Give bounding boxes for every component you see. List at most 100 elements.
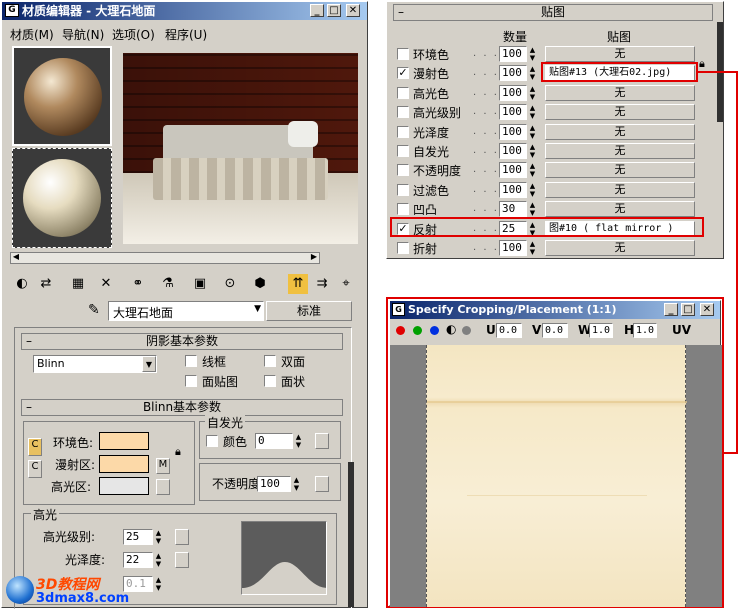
rollout-scrollbar[interactable] — [348, 462, 354, 607]
two-sided-checkbox[interactable] — [264, 355, 276, 367]
shader-dropdown-icon[interactable]: ▼ — [142, 356, 156, 372]
material-effects-channel-icon[interactable]: ▣ — [190, 274, 210, 294]
map-row-checkbox[interactable] — [397, 203, 409, 215]
map-row-map-button[interactable]: 无 — [545, 124, 695, 140]
map-row-checkbox[interactable] — [397, 145, 409, 157]
put-to-library-icon[interactable]: ⚗ — [158, 274, 178, 294]
menu-utilities[interactable]: 程序(U) — [165, 26, 207, 43]
sample-slot-2[interactable] — [12, 148, 112, 248]
self-illum-map-button[interactable] — [315, 433, 329, 449]
crop-maximize-button[interactable]: □ — [681, 303, 695, 316]
shader-type-select[interactable]: Blinn ▼ — [33, 355, 157, 373]
ambient-color-swatch[interactable] — [99, 432, 149, 450]
crop-minimize-button[interactable]: _ — [664, 303, 678, 316]
map-row-amount-spinner[interactable]: ▲ ▼ — [528, 162, 537, 178]
sample-slot-1[interactable] — [12, 46, 112, 146]
wire-checkbox[interactable] — [185, 355, 197, 367]
uv-toggle[interactable]: UV — [672, 323, 691, 337]
glossiness-spinner[interactable]: ▲ ▼ — [154, 552, 163, 568]
marble-texture-image[interactable] — [426, 345, 687, 607]
h-value-input[interactable]: 1.0 — [633, 323, 657, 338]
lock-diffuse-specular-button[interactable]: C — [28, 460, 42, 478]
diffuse-color-swatch[interactable] — [99, 455, 149, 473]
maximize-button[interactable]: □ — [327, 4, 341, 17]
map-row-amount-spinner[interactable]: ▲ ▼ — [528, 65, 537, 81]
map-row-map-button[interactable]: 无 — [545, 201, 695, 217]
faceted-checkbox[interactable] — [264, 375, 276, 387]
menu-material[interactable]: 材质(M) — [10, 26, 54, 43]
get-material-icon[interactable]: ◐ — [12, 274, 32, 294]
self-illum-spinner[interactable]: ▲ ▼ — [294, 433, 303, 449]
go-forward-sibling-icon[interactable]: ⇉ — [312, 274, 332, 294]
map-row-map-button[interactable]: 无 — [545, 182, 695, 198]
map-row-amount-input[interactable]: 100 — [499, 65, 527, 81]
map-row-map-button[interactable]: 无 — [545, 85, 695, 101]
maps-header[interactable]: – 贴图 — [393, 4, 713, 21]
self-illum-color-checkbox[interactable] — [206, 435, 218, 447]
map-row-checkbox[interactable] — [397, 164, 409, 176]
map-row-amount-input[interactable]: 100 — [499, 46, 527, 62]
v-value-input[interactable]: 0.0 — [542, 323, 568, 338]
opacity-map-button[interactable] — [315, 476, 329, 492]
map-row-checkbox[interactable] — [397, 242, 409, 254]
map-row-amount-input[interactable]: 100 — [499, 182, 527, 198]
map-row-checkbox[interactable] — [397, 184, 409, 196]
map-row-map-button[interactable]: 无 — [545, 143, 695, 159]
put-to-scene-icon[interactable]: ⇄ — [36, 274, 56, 294]
map-row-checkbox[interactable] — [397, 48, 409, 60]
map-row-amount-input[interactable]: 30 — [499, 201, 527, 217]
make-unique-icon[interactable]: ⚭ — [128, 274, 148, 294]
menu-options[interactable]: 选项(O) — [112, 26, 155, 43]
material-type-button[interactable]: 标准 — [266, 301, 352, 321]
glossiness-map-button[interactable] — [175, 552, 189, 568]
pick-from-object-icon[interactable]: ✎ — [88, 302, 100, 318]
go-to-parent-icon[interactable]: ⇈ — [288, 274, 308, 294]
menu-navigation[interactable]: 导航(N) — [62, 26, 104, 43]
show-end-result-icon[interactable]: ⬢ — [250, 274, 270, 294]
maps-lock-icon[interactable]: 🔒︎ — [699, 57, 705, 71]
close-button[interactable]: ✕ — [346, 4, 360, 17]
pick-material-icon[interactable]: ⌖ — [336, 274, 356, 294]
map-row-map-button[interactable]: 无 — [545, 240, 695, 256]
blinn-basic-params-header[interactable]: – Blinn基本参数 — [21, 399, 343, 416]
specular-map-button[interactable] — [156, 479, 170, 495]
face-map-checkbox[interactable] — [185, 375, 197, 387]
u-value-input[interactable]: 0.0 — [496, 323, 522, 338]
reset-map-icon[interactable]: ✕ — [96, 274, 116, 294]
map-row-amount-spinner[interactable]: ▲ ▼ — [528, 124, 537, 140]
slot-horizontal-scrollbar[interactable] — [10, 252, 320, 264]
map-row-amount-spinner[interactable]: ▲ ▼ — [528, 143, 537, 159]
alpha-channel-icon[interactable]: ◐ — [446, 322, 456, 336]
diffuse-map-button[interactable]: M — [156, 458, 170, 474]
self-illum-value-input[interactable]: 0 — [255, 433, 293, 449]
blue-channel-icon[interactable] — [430, 326, 439, 335]
map-row-map-button[interactable]: 无 — [545, 104, 695, 120]
map-row-amount-input[interactable]: 100 — [499, 240, 527, 256]
w-value-input[interactable]: 1.0 — [589, 323, 613, 338]
scroll-left-arrow[interactable]: ◀ — [10, 252, 22, 264]
map-row-amount-spinner[interactable]: ▲ ▼ — [528, 240, 537, 256]
map-row-amount-spinner[interactable]: ▲ ▼ — [528, 201, 537, 217]
map-row-map-button[interactable]: 无 — [545, 162, 695, 178]
crop-close-button[interactable]: ✕ — [700, 303, 714, 316]
map-row-checkbox[interactable] — [397, 106, 409, 118]
scroll-right-arrow[interactable]: ▶ — [308, 252, 320, 264]
map-row-checkbox[interactable] — [397, 87, 409, 99]
spec-level-map-button[interactable] — [175, 529, 189, 545]
spec-level-input[interactable]: 25 — [123, 529, 153, 545]
show-map-in-viewport-icon[interactable]: ⊙ — [220, 274, 240, 294]
map-row-amount-spinner[interactable]: ▲ ▼ — [528, 104, 537, 120]
glossiness-input[interactable]: 22 — [123, 552, 153, 568]
map-row-amount-input[interactable]: 100 — [499, 162, 527, 178]
assign-to-selection-icon[interactable]: ▦ — [68, 274, 88, 294]
monochrome-icon[interactable] — [462, 326, 471, 335]
map-row-amount-input[interactable]: 100 — [499, 124, 527, 140]
red-channel-icon[interactable] — [396, 326, 405, 335]
material-name-field[interactable]: 大理石地面 ▼ — [108, 301, 264, 321]
map-row-amount-spinner[interactable]: ▲ ▼ — [528, 182, 537, 198]
specular-color-swatch[interactable] — [99, 477, 149, 495]
map-row-amount-input[interactable]: 100 — [499, 143, 527, 159]
opacity-value-input[interactable]: 100 — [257, 476, 291, 492]
lock-icon[interactable]: 🔒︎ — [175, 445, 181, 459]
map-row-amount-input[interactable]: 100 — [499, 104, 527, 120]
